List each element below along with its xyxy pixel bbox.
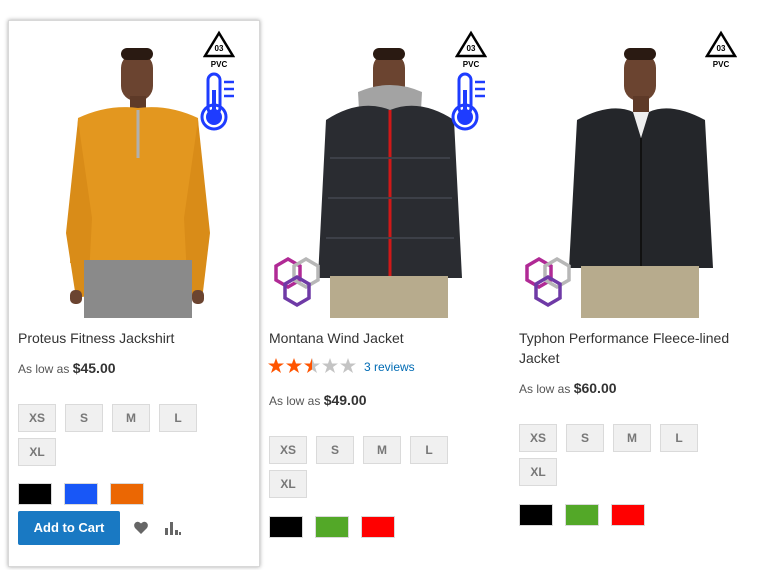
- product-name-line: Jacket: [519, 350, 560, 366]
- color-swatch-red[interactable]: [611, 504, 645, 526]
- pvc-03-icon: 03 PVC: [454, 30, 488, 70]
- size-option-s[interactable]: S: [65, 404, 103, 432]
- thermometer-icon: [200, 72, 238, 132]
- size-option-xl[interactable]: XL: [18, 438, 56, 466]
- size-option-m[interactable]: M: [613, 424, 651, 452]
- size-option-l[interactable]: L: [660, 424, 698, 452]
- color-swatch-black[interactable]: [269, 516, 303, 538]
- star-icon: [286, 358, 302, 373]
- add-to-cart-button[interactable]: Add to Cart: [18, 511, 120, 545]
- product-price-montana: As low as $49.00: [269, 392, 367, 408]
- star-empty-icon: [340, 358, 356, 373]
- color-swatch-green[interactable]: [565, 504, 599, 526]
- pvc-03-icon: 03 PVC: [704, 30, 738, 70]
- color-swatch-black[interactable]: [519, 504, 553, 526]
- product-name-montana[interactable]: Montana Wind Jacket: [269, 328, 404, 348]
- size-option-s[interactable]: S: [566, 424, 604, 452]
- rating-stars[interactable]: [268, 357, 360, 375]
- star-empty-icon: [322, 358, 338, 373]
- product-name-proteus[interactable]: Proteus Fitness Jackshirt: [18, 328, 174, 348]
- star-half-icon: [304, 358, 320, 373]
- pvc-number: 03: [717, 44, 726, 53]
- price-prefix: As low as: [519, 382, 571, 396]
- size-option-xs[interactable]: XS: [269, 436, 307, 464]
- price-amount: $45.00: [72, 360, 116, 376]
- thermometer-icon: [451, 72, 489, 132]
- size-option-l[interactable]: L: [410, 436, 448, 464]
- price-prefix: As low as: [269, 394, 321, 408]
- size-option-xs[interactable]: XS: [519, 424, 557, 452]
- price-amount: $60.00: [573, 380, 617, 396]
- size-option-l[interactable]: L: [159, 404, 197, 432]
- product-price-proteus: As low as $45.00: [18, 360, 116, 376]
- size-option-m[interactable]: M: [112, 404, 150, 432]
- pvc-03-icon: 03 PVC: [202, 30, 236, 70]
- product-name-line: Typhon Performance Fleece-lined: [519, 330, 730, 346]
- product-price-typhon: As low as $60.00: [519, 380, 617, 396]
- size-option-s[interactable]: S: [316, 436, 354, 464]
- product-name-typhon[interactable]: Typhon Performance Fleece-lined Jacket: [519, 328, 759, 368]
- price-amount: $49.00: [323, 392, 367, 408]
- compare-chart-icon[interactable]: [164, 520, 182, 541]
- eco-hexagon-icon: [521, 255, 577, 313]
- color-swatch-green[interactable]: [315, 516, 349, 538]
- pvc-number: 03: [215, 44, 224, 53]
- eco-hexagon-icon: [270, 255, 326, 313]
- color-swatch-blue[interactable]: [64, 483, 98, 505]
- size-option-xl[interactable]: XL: [519, 458, 557, 486]
- wishlist-heart-icon[interactable]: [133, 520, 149, 541]
- color-swatch-red[interactable]: [361, 516, 395, 538]
- star-icon: [268, 358, 284, 373]
- pvc-label: PVC: [211, 60, 228, 69]
- pvc-number: 03: [467, 44, 476, 53]
- size-option-xs[interactable]: XS: [18, 404, 56, 432]
- price-prefix: As low as: [18, 362, 70, 376]
- pvc-label: PVC: [463, 60, 480, 69]
- color-swatch-orange[interactable]: [110, 483, 144, 505]
- pvc-label: PVC: [713, 60, 730, 69]
- size-option-m[interactable]: M: [363, 436, 401, 464]
- size-option-xl[interactable]: XL: [269, 470, 307, 498]
- color-swatch-black[interactable]: [18, 483, 52, 505]
- reviews-link[interactable]: 3 reviews: [364, 360, 415, 374]
